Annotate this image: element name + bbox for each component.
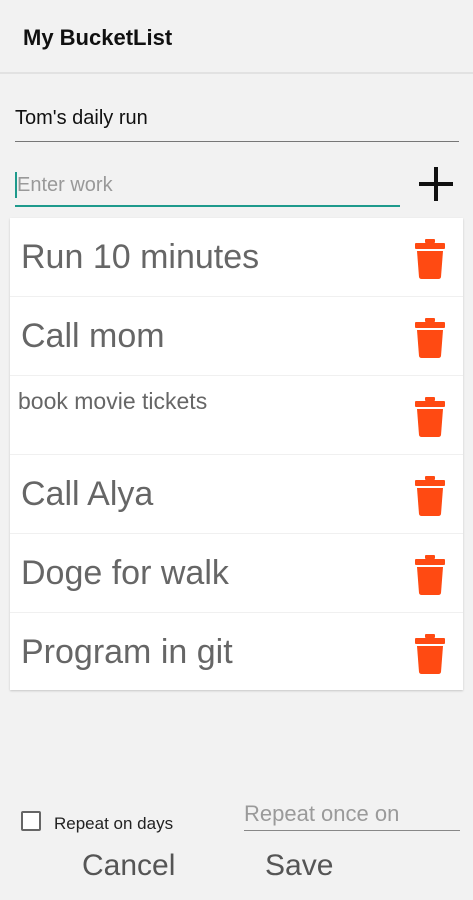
repeat-on-days-checkbox[interactable] bbox=[21, 811, 41, 831]
list-item[interactable]: Program in git bbox=[10, 613, 463, 692]
list-item[interactable]: Call mom bbox=[10, 297, 463, 376]
list-title-field[interactable]: Tom's daily run bbox=[15, 100, 459, 142]
list-item-label: Program in git bbox=[21, 633, 233, 671]
trash-icon[interactable] bbox=[415, 318, 445, 358]
repeat-on-days-label: Repeat on days bbox=[54, 814, 174, 833]
trash-icon[interactable] bbox=[415, 397, 445, 437]
list-item-label: Doge for walk bbox=[21, 554, 229, 592]
list-item[interactable]: Doge for walk bbox=[10, 534, 463, 613]
trash-icon[interactable] bbox=[415, 634, 445, 674]
trash-icon[interactable] bbox=[415, 476, 445, 516]
repeat-once-on-field[interactable]: Repeat once on bbox=[244, 800, 460, 831]
app-title: My BucketList bbox=[23, 25, 173, 50]
list-item-label: book movie tickets bbox=[18, 388, 208, 414]
app-bar: My BucketList bbox=[0, 0, 473, 74]
repeat-once-on-placeholder: Repeat once on bbox=[244, 801, 400, 826]
plus-icon[interactable] bbox=[416, 164, 456, 204]
enter-work-input[interactable] bbox=[15, 165, 400, 207]
list-item[interactable]: Run 10 minutes bbox=[10, 218, 463, 297]
list-item-label: Run 10 minutes bbox=[21, 238, 260, 276]
list-item[interactable]: book movie tickets bbox=[10, 376, 463, 455]
cancel-button[interactable]: Cancel bbox=[82, 845, 184, 887]
work-list: Run 10 minutes Call mom book movie ticke… bbox=[10, 218, 463, 690]
list-title-value: Tom's daily run bbox=[15, 107, 148, 129]
list-item[interactable]: Call Alya bbox=[10, 455, 463, 534]
text-cursor bbox=[15, 172, 17, 198]
trash-icon[interactable] bbox=[415, 555, 445, 595]
save-button[interactable]: Save bbox=[265, 845, 345, 887]
list-item-label: Call Alya bbox=[21, 475, 154, 513]
list-item-label: Call mom bbox=[21, 317, 165, 355]
trash-icon[interactable] bbox=[415, 239, 445, 279]
